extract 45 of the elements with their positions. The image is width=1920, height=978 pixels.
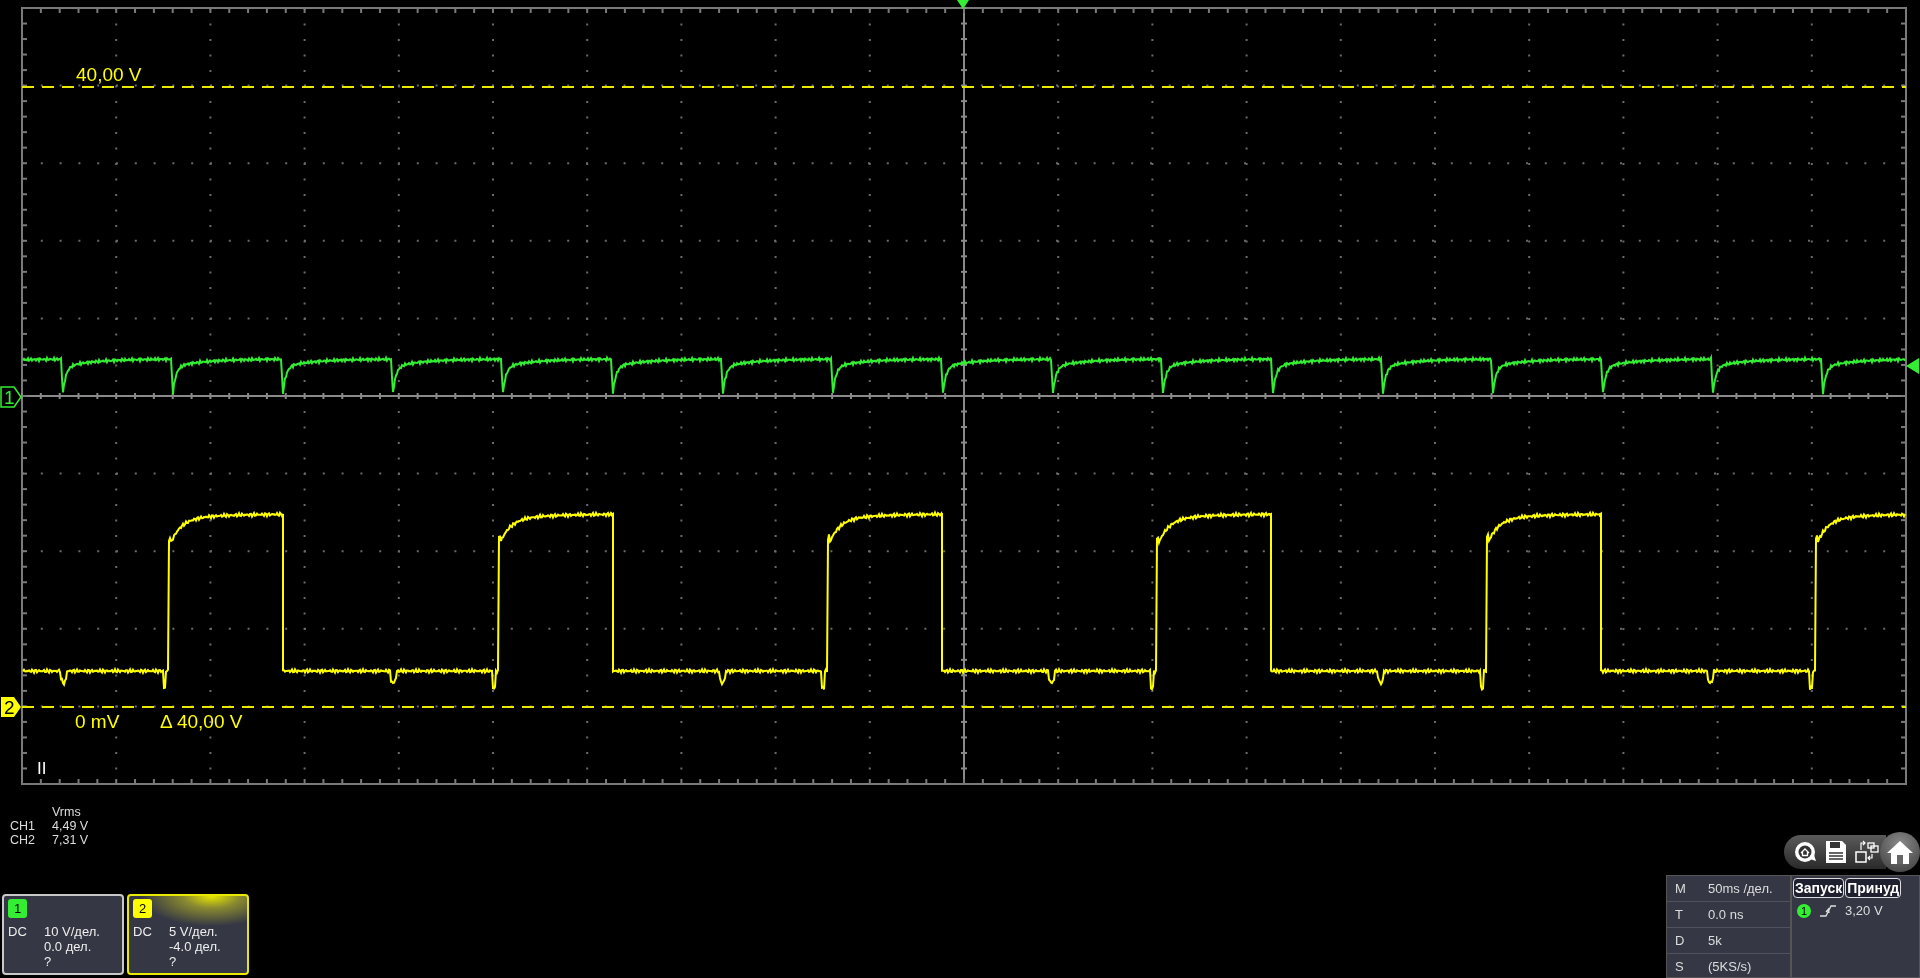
parameter-key: M (1675, 881, 1708, 896)
parameter-value: (5KS/s) (1708, 959, 1753, 974)
home-button[interactable] (1880, 832, 1920, 872)
channel-marker[interactable]: 1 (0, 386, 22, 408)
channel-label: CH2 (10, 833, 36, 847)
scale-value: 5 V/дел. (169, 924, 219, 939)
trigger-source: 1 (1797, 903, 1811, 918)
scale-value: 10 V/дел. (44, 924, 101, 939)
channel-badge: 2 (133, 899, 152, 918)
trigger-position-marker[interactable] (957, 0, 969, 9)
channel-label: CH1 (10, 819, 36, 833)
run-status: II (37, 759, 47, 778)
cursor-label: 40,00 V (76, 64, 142, 85)
parameter-value: 50ms /дел. (1708, 881, 1774, 896)
measurement-header: Vrms (52, 805, 82, 819)
parameter-key: D (1675, 933, 1708, 948)
trigger-button[interactable]: Принуд (1845, 878, 1902, 898)
cursor-label: 0 mV (75, 711, 120, 732)
home-icon (1886, 839, 1914, 865)
coupling-label: DC (8, 924, 28, 939)
parameter-key: T (1675, 907, 1708, 922)
offset-value: -4.0 дел. (169, 939, 222, 954)
offset-value: 0.0 дел. (44, 939, 93, 954)
trigger-level: 3,20 V (1845, 903, 1883, 918)
probe-value: ? (169, 954, 178, 969)
trigger-level-marker[interactable] (1906, 358, 1919, 374)
parameter-key: S (1675, 959, 1708, 974)
channel-card[interactable]: 1 DC 10 V/дел. 0.0 дел. ? (2, 894, 124, 975)
parameter-value: 0.0 ns (1708, 907, 1745, 922)
parameter-value: 5k (1708, 933, 1723, 948)
channel-card[interactable]: 2 DC 5 V/дел. -4.0 дел. ? (127, 894, 249, 975)
trigger-button[interactable]: Запуск (1793, 878, 1845, 898)
measurement-value: 4,49 V (52, 819, 90, 833)
rising-edge-icon (1819, 903, 1837, 918)
measurement-value: 7,31 V (52, 833, 90, 847)
save-icon[interactable] (1824, 839, 1848, 865)
probe-value: ? (44, 954, 53, 969)
cursor-line[interactable] (21, 86, 1907, 88)
cursor-line[interactable] (21, 706, 1907, 708)
history-icon[interactable] (1792, 839, 1818, 865)
channel-badge: 1 (8, 899, 27, 918)
coupling-label: DC (133, 924, 153, 939)
cursor-label: Δ 40,00 V (160, 711, 243, 732)
channel-marker[interactable]: 2 (1, 697, 21, 718)
window-swap-icon[interactable] (1854, 839, 1880, 865)
